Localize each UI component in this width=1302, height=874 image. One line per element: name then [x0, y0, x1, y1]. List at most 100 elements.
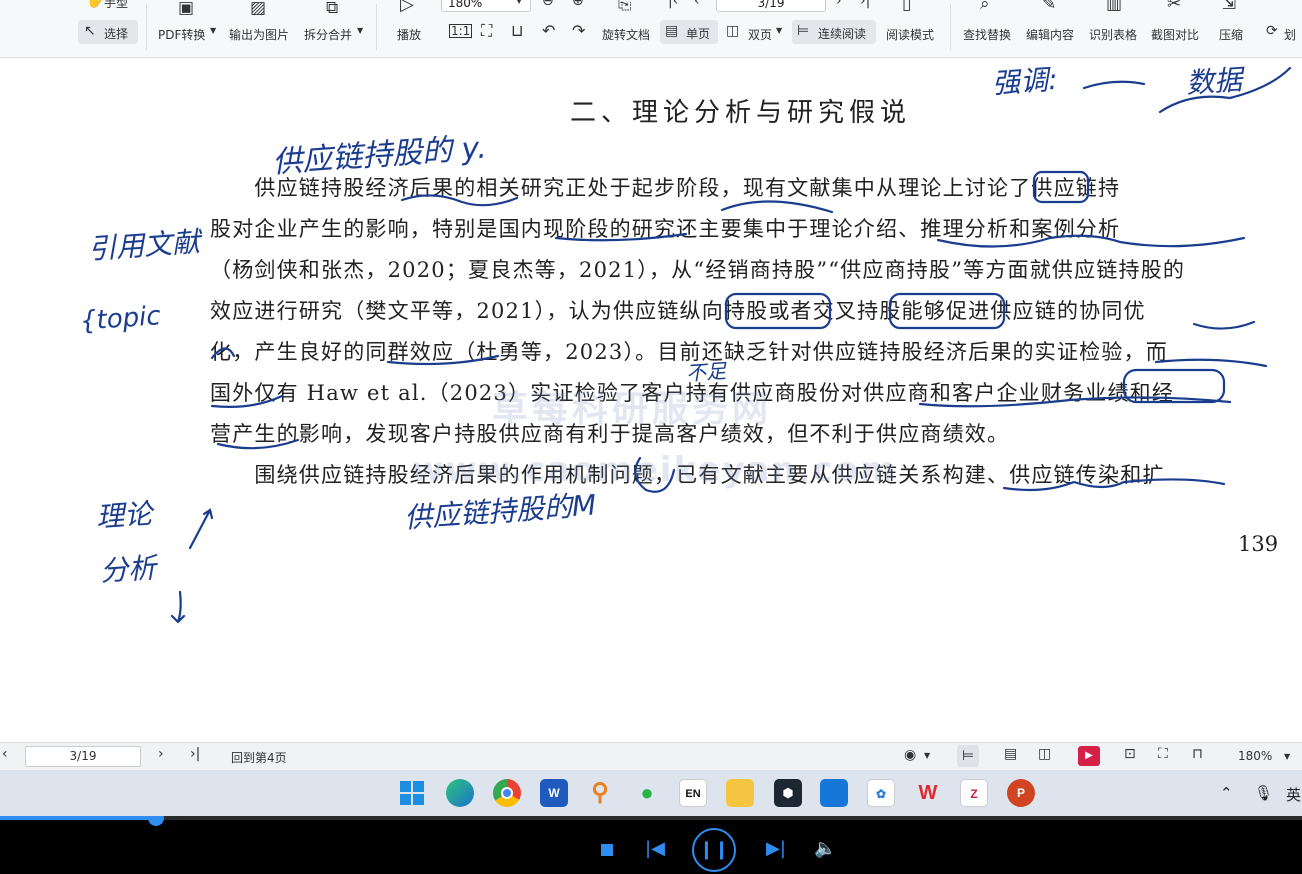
- edit-pen-icon[interactable]: ✎: [1042, 0, 1056, 13]
- paragraph-line: 股对企业产生的影响，特别是国内现阶段的研究还主要集中于理论介绍、推理分析和案例分…: [210, 217, 1121, 241]
- more-tools-icon[interactable]: ⟳: [1266, 24, 1278, 38]
- goto-page-link[interactable]: 回到第4页: [231, 749, 287, 766]
- microphone-icon[interactable]: 🎙: [1254, 784, 1273, 802]
- play-button[interactable]: 播放: [397, 26, 421, 43]
- double-page-button[interactable]: 双页: [748, 26, 772, 43]
- progress-fill: [0, 816, 157, 820]
- page-number-input[interactable]: 3/19: [716, 0, 826, 12]
- wps-app-icon[interactable]: W: [914, 779, 942, 807]
- rotate-right-icon[interactable]: ↷: [572, 23, 585, 39]
- document-viewport[interactable]: 二、理论分析与研究假说 供应链持股经济后果的相关研究正处于起步阶段，现有文献集中…: [0, 58, 1302, 742]
- rotate-document-button[interactable]: 旋转文档: [602, 26, 650, 43]
- find-replace-button[interactable]: 查找替换: [963, 26, 1011, 43]
- search-tool-icon[interactable]: ⚲: [586, 779, 614, 807]
- pdf-convert-button[interactable]: PDF转换: [158, 26, 205, 43]
- pdf-convert-icon[interactable]: ▣: [178, 0, 194, 17]
- windows-start-icon[interactable]: [398, 779, 426, 807]
- zoom-in-icon[interactable]: ⊕: [572, 0, 584, 8]
- split-merge-dropdown-icon[interactable]: ▼: [357, 26, 363, 35]
- word-app-icon[interactable]: W: [540, 779, 568, 807]
- stop-icon[interactable]: [601, 844, 613, 856]
- edge-browser-icon[interactable]: [446, 779, 474, 807]
- read-mode-icon[interactable]: ▯: [902, 0, 911, 13]
- tray-chevron-up-icon[interactable]: ⌃: [1220, 784, 1233, 802]
- progress-track[interactable]: [0, 816, 1302, 820]
- fit-width-icon[interactable]: ⊔: [511, 23, 523, 39]
- paragraph-line: 供应链持股经济后果的相关研究正处于起步阶段，现有文献集中从理论上讨论了供应链持: [210, 176, 1121, 200]
- single-view-icon[interactable]: ▤: [1004, 746, 1017, 762]
- previous-track-icon[interactable]: |◀: [645, 838, 665, 859]
- continuous-view-icon[interactable]: ⊨: [957, 745, 979, 767]
- last-page-icon[interactable]: ›|: [190, 746, 200, 762]
- edit-content-button[interactable]: 编辑内容: [1026, 26, 1074, 43]
- blue-app-icon[interactable]: [820, 779, 848, 807]
- compress-button[interactable]: 压缩: [1219, 26, 1243, 43]
- next-track-icon[interactable]: ▶|: [766, 838, 786, 859]
- wechat-icon[interactable]: ●: [633, 779, 661, 807]
- zotero-app-icon[interactable]: Z: [960, 779, 988, 807]
- actual-size-icon[interactable]: 1:1: [449, 24, 473, 38]
- export-image-button[interactable]: 输出为图片: [229, 26, 289, 43]
- chrome-center-icon: [501, 787, 513, 799]
- rotate-left-icon[interactable]: ↶: [542, 23, 555, 39]
- fit-page-icon[interactable]: ⛶: [1158, 746, 1168, 762]
- continuous-read-button[interactable]: ⊨ 连续阅读: [792, 20, 876, 44]
- chrome-browser-icon[interactable]: [493, 779, 521, 807]
- read-mode-button[interactable]: 阅读模式: [886, 26, 934, 43]
- fit-width-icon[interactable]: ⊡: [1124, 746, 1136, 762]
- video-play-icon[interactable]: ▶: [1078, 746, 1100, 766]
- screenshot-compare-icon[interactable]: ✂: [1167, 0, 1181, 13]
- fit-page-icon[interactable]: ⛶: [481, 23, 492, 39]
- volume-icon[interactable]: 🔈: [814, 838, 836, 859]
- powerpoint-app-icon[interactable]: P: [1007, 779, 1035, 807]
- next-page-icon[interactable]: ›: [158, 746, 164, 762]
- single-page-button[interactable]: ▤ 单页: [660, 20, 718, 44]
- ink-note-left-2: {topic: [79, 301, 162, 337]
- double-view-icon[interactable]: ◫: [1038, 746, 1051, 762]
- toolbar-separator: [950, 4, 951, 50]
- next-page-icon[interactable]: ›: [836, 0, 842, 8]
- prev-page-icon[interactable]: ‹: [2, 746, 8, 762]
- rotate-document-icon[interactable]: ⎘: [618, 0, 632, 13]
- ink-note-left-3: 理论: [95, 497, 154, 534]
- screenshot-compare-button[interactable]: 截图对比: [1151, 26, 1199, 43]
- split-merge-icon[interactable]: ⧉: [326, 0, 338, 17]
- ime-language-indicator[interactable]: 英: [1286, 784, 1301, 805]
- split-merge-button[interactable]: 拆分合并: [304, 26, 352, 43]
- pdf-convert-dropdown-icon[interactable]: ▼: [210, 26, 216, 35]
- zoom-dropdown-icon[interactable]: ▼: [516, 0, 522, 5]
- file-explorer-icon[interactable]: [726, 779, 754, 807]
- play-icon[interactable]: ▷: [400, 0, 414, 14]
- double-page-icon[interactable]: ◫: [726, 24, 739, 38]
- network-app-icon[interactable]: ✿: [867, 779, 895, 807]
- export-image-icon[interactable]: ▨: [250, 0, 266, 17]
- compress-icon[interactable]: ⇲: [1222, 0, 1236, 13]
- pause-button[interactable]: ❙❙: [692, 828, 736, 872]
- prev-page-icon[interactable]: ‹: [694, 0, 700, 8]
- zoom-dropdown-icon[interactable]: ▼: [1284, 752, 1290, 761]
- watermark-cn: 草莓科研服务网: [492, 389, 773, 430]
- hand-tool-label[interactable]: 手型: [104, 0, 128, 11]
- hand-tool-icon[interactable]: ✋: [86, 0, 103, 8]
- zoom-out-icon[interactable]: ⊖: [542, 0, 554, 8]
- status-page-input[interactable]: 3/19: [25, 746, 141, 767]
- recognize-table-button[interactable]: 识别表格: [1089, 26, 1137, 43]
- select-tool-button[interactable]: ↖ 选择: [78, 20, 138, 44]
- en-dict-icon[interactable]: EN: [679, 779, 707, 807]
- ink-note-mid: 不足: [685, 358, 727, 386]
- first-page-icon[interactable]: |‹: [668, 0, 678, 8]
- more-tools-button[interactable]: 划: [1284, 26, 1296, 43]
- double-page-dropdown-icon[interactable]: ▼: [776, 26, 782, 35]
- search-icon[interactable]: ⌕: [980, 0, 990, 13]
- last-page-icon[interactable]: ›|: [860, 0, 870, 8]
- eye-icon[interactable]: ◉: [904, 747, 916, 763]
- eye-dropdown-icon[interactable]: ▼: [924, 751, 930, 760]
- table-chart-icon[interactable]: ▥: [1106, 0, 1122, 13]
- watermark-en: www.caomeikeyan.com: [412, 450, 898, 490]
- status-zoom-select[interactable]: 180%: [1238, 749, 1272, 763]
- cube-app-icon[interactable]: ⬢: [774, 779, 802, 807]
- actual-size-icon[interactable]: ⊓: [1192, 746, 1203, 762]
- toolbar-separator: [146, 4, 147, 50]
- progress-knob[interactable]: [148, 816, 165, 826]
- section-heading: 二、理论分析与研究假说: [570, 98, 912, 128]
